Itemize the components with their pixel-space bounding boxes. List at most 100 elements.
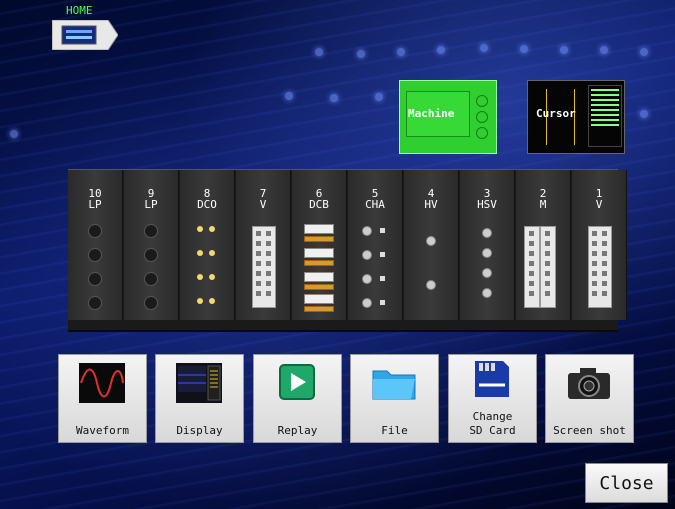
bnc-connector-icon <box>362 226 372 236</box>
background-light <box>600 46 608 54</box>
bnc-connector-icon <box>482 268 492 278</box>
folder-icon <box>372 370 416 400</box>
connector-pin-icon <box>209 250 215 256</box>
terminal-block-icon <box>524 226 540 308</box>
display-label: Display <box>176 424 223 437</box>
dsub-connector-icon <box>304 294 334 304</box>
cursor-label: Cursor <box>536 107 576 120</box>
connector-pin-icon <box>197 250 203 256</box>
slot-type: HSV <box>477 198 497 211</box>
jack-icon <box>88 224 102 238</box>
background-light <box>437 46 445 54</box>
file-label: File <box>381 424 408 437</box>
replay-button[interactable]: Replay <box>253 354 342 443</box>
background-light <box>640 110 648 118</box>
background-light <box>640 48 648 56</box>
slot-5[interactable]: 5 CHA <box>348 170 403 320</box>
knob-icon <box>476 127 488 139</box>
slot-type: DCB <box>309 198 329 211</box>
play-icon <box>279 364 315 400</box>
slot-type: HV <box>424 198 438 211</box>
slot-10[interactable]: 10 LP <box>68 170 123 320</box>
dsub-connector-icon <box>304 224 334 234</box>
module-rack: 10 LP 9 LP 8 DCO 7 V 6 DCB 5 CHA 4 HV 3 … <box>68 169 627 332</box>
machine-label: Machine <box>408 107 455 120</box>
sd-card-icon <box>475 361 509 397</box>
cursor-thumbnail[interactable]: Cursor <box>527 80 625 154</box>
jack-icon <box>88 272 102 286</box>
dsub-connector-icon <box>304 306 334 312</box>
background-light <box>330 94 338 102</box>
machine-thumbnail[interactable]: Machine <box>399 80 497 154</box>
bnc-connector-icon <box>482 228 492 238</box>
indicator-icon <box>380 300 385 305</box>
slot-8[interactable]: 8 DCO <box>180 170 235 320</box>
close-label: Close <box>599 473 654 494</box>
camera-icon <box>568 368 610 399</box>
connector-pin-icon <box>209 298 215 304</box>
connector-pin-icon <box>197 274 203 280</box>
slot-7[interactable]: 7 V <box>236 170 291 320</box>
terminal-block-icon <box>540 226 556 308</box>
display-icon <box>176 363 222 403</box>
screenshot-button[interactable]: Screen shot <box>545 354 634 443</box>
file-button[interactable]: File <box>350 354 439 443</box>
slot-9[interactable]: 9 LP <box>124 170 179 320</box>
dsub-connector-icon <box>304 284 334 290</box>
waveform-label: Waveform <box>76 424 129 437</box>
slot-type: LP <box>88 198 102 211</box>
background-light <box>560 46 568 54</box>
terminal-block-icon <box>252 226 276 308</box>
slot-type: LP <box>144 198 158 211</box>
jack-icon <box>144 296 158 310</box>
slot-type: CHA <box>365 198 385 211</box>
slot-type: DCO <box>197 198 217 211</box>
background-light <box>480 44 488 52</box>
home-screen: HOME Machine Cursor 10 LP 9 LP 8 DCO 7 V… <box>0 0 675 509</box>
background-light <box>315 48 323 56</box>
dsub-connector-icon <box>304 272 334 282</box>
connector-pin-icon <box>209 226 215 232</box>
jack-icon <box>144 248 158 262</box>
knob-icon <box>476 111 488 123</box>
indicator-icon <box>380 276 385 281</box>
waveform-button[interactable]: Waveform <box>58 354 147 443</box>
knob-icon <box>476 95 488 107</box>
jack-icon <box>88 296 102 310</box>
slot-type: V <box>595 198 603 211</box>
home-button[interactable] <box>52 20 118 50</box>
background-light <box>357 50 365 58</box>
slot-type: V <box>259 198 267 211</box>
slot-3[interactable]: 3 HSV <box>460 170 515 320</box>
display-button[interactable]: Display <box>155 354 244 443</box>
jack-icon <box>144 224 158 238</box>
background-light <box>10 130 18 138</box>
slot-6[interactable]: 6 DCB <box>292 170 347 320</box>
sd-card-label-line1: Change <box>472 410 513 423</box>
background-light <box>375 93 383 101</box>
bnc-connector-icon <box>362 274 372 284</box>
hv-connector-icon <box>426 236 436 246</box>
connector-pin-icon <box>197 298 203 304</box>
waveform-icon <box>79 363 125 403</box>
connector-pin-icon <box>209 274 215 280</box>
close-button[interactable]: Close <box>585 463 668 503</box>
connector-pin-icon <box>197 226 203 232</box>
slot-2[interactable]: 2 M <box>516 170 571 320</box>
bnc-connector-icon <box>362 250 372 260</box>
indicator-icon <box>380 252 385 257</box>
cursor-readout-panel <box>588 85 622 147</box>
dsub-connector-icon <box>304 236 334 242</box>
home-icon <box>52 20 118 50</box>
dsub-connector-icon <box>304 248 334 258</box>
change-sd-card-button[interactable]: Change SD Card <box>448 354 537 443</box>
slot-1[interactable]: 1 V <box>572 170 627 320</box>
bnc-connector-icon <box>482 248 492 258</box>
slot-type: M <box>539 198 547 211</box>
terminal-block-icon <box>588 226 612 308</box>
hv-connector-icon <box>426 280 436 290</box>
sd-card-label-line2: SD Card <box>469 424 516 437</box>
slot-4[interactable]: 4 HV <box>404 170 459 320</box>
bnc-connector-icon <box>362 298 372 308</box>
background-light <box>285 92 293 100</box>
